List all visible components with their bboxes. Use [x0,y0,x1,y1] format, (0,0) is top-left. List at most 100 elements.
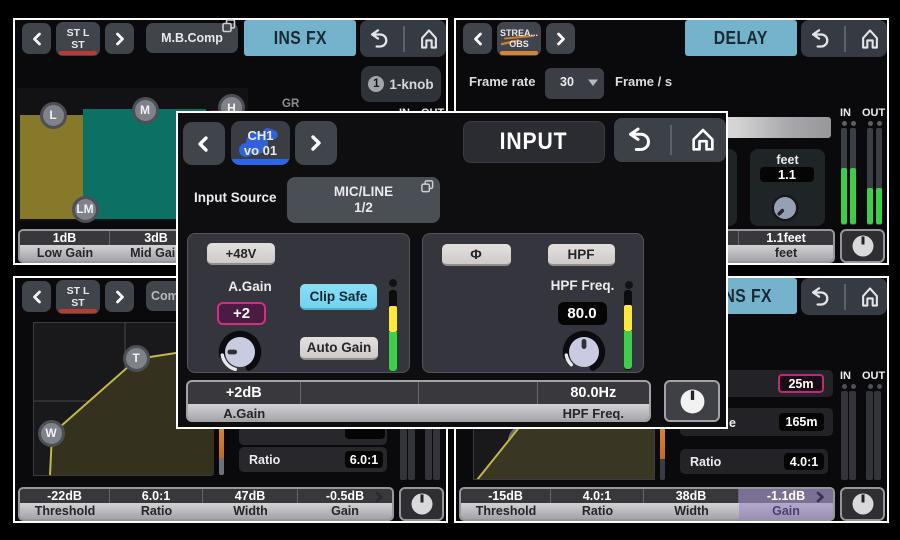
rotary-knob-icon [214,326,266,378]
undo-icon[interactable] [623,127,653,153]
strip-label: feet [739,245,833,261]
page-title: DELAY [685,20,797,56]
strip-value[interactable]: -22dB [20,489,110,503]
channel-id: ST [71,39,84,51]
strip-value[interactable]: 47dB [203,489,298,503]
out-meter-level [867,188,873,224]
more-chevron-icon[interactable] [815,491,825,503]
level-meter-green [624,331,632,369]
parameter-strip: +2dB 80.0Hz A.Gain HPF Freq. [186,380,651,422]
chevron-right-icon [105,23,134,54]
touch-knob-button[interactable] [399,487,444,521]
chevron-left-icon [183,122,225,165]
ratio-value[interactable]: 4.0:1 [784,453,824,470]
gr-meter-tip [219,458,224,475]
rotary-knob-icon [558,326,610,378]
strip-value[interactable]: 38dB [644,489,739,503]
strip-label: Threshold [20,503,110,519]
dropdown-arrow-icon [587,78,599,87]
channel-select-button[interactable]: ST LST [56,22,100,56]
forward-button[interactable] [105,281,134,312]
home-icon[interactable] [859,286,881,308]
analog-gain-section: +48V A.Gain +2 Clip Safe Auto Gain [187,233,410,373]
strip-value[interactable] [419,382,538,404]
strip-value[interactable]: 4.0:1 [551,489,644,503]
strip-label: Threshold [461,503,551,519]
divider [844,284,846,310]
one-knob-button[interactable]: 1 1-knob [361,66,441,102]
low-gain-knob[interactable]: L [40,102,67,129]
strip-value[interactable]: 80.0Hz [538,382,649,404]
back-button[interactable] [463,23,492,54]
channel-select-button[interactable]: CH1vo 01 [231,121,290,165]
low-mid-xover-knob[interactable]: LM [72,196,99,223]
hpf-freq-value[interactable]: 80.0 [558,302,607,325]
frame-rate-unit: Frame / s [615,74,672,89]
touch-knob-button[interactable] [840,229,885,263]
release-value[interactable]: 165m [779,413,824,431]
strip-value[interactable]: 6.0:1 [110,489,203,503]
hpf-button[interactable]: HPF [548,244,615,266]
knob-icon [851,492,875,516]
strip-label [419,404,538,422]
undo-icon[interactable] [366,29,390,49]
channel-id: vo 01 [244,143,277,158]
parameter-strip: -15dB 4.0:1 38dB -1.1dB Threshold Ratio … [459,487,835,521]
strip-value[interactable]: 1.1feet [739,231,833,245]
hpf-freq-knob[interactable] [558,326,610,378]
chevron-left-icon [22,23,51,54]
phase-button[interactable]: Φ [442,244,511,266]
input-source-label: Input Source [194,190,277,205]
back-button[interactable] [22,23,51,54]
copy-icon[interactable] [222,19,236,33]
copy-icon[interactable] [421,180,434,193]
strip-label [301,404,420,422]
undo-icon[interactable] [807,287,831,307]
ratio-value[interactable]: 6.0:1 [345,451,383,468]
rotary-knob-icon [770,193,800,223]
delay-knob[interactable] [770,193,800,223]
parameter-strip: -22dB 6.0:1 47dB -0.5dB Threshold Ratio … [18,487,394,521]
strip-value[interactable]: 1dB [20,231,110,245]
delay-value[interactable]: 1.1 [760,167,814,182]
back-button[interactable] [183,122,225,165]
auto-gain-button[interactable]: Auto Gain [300,337,378,360]
channel-select-button[interactable]: STREA...OBS [497,22,541,56]
undo-icon[interactable] [807,29,831,49]
channel-select-button[interactable]: ST LST [56,280,100,314]
channel-color-bar [231,159,290,165]
more-chevron-icon[interactable] [374,491,384,503]
in-meter-level [841,168,847,224]
touch-knob-button[interactable] [840,487,885,521]
home-icon[interactable] [418,28,440,50]
home-icon[interactable] [859,28,881,50]
peak-led [389,279,397,287]
forward-button[interactable] [105,23,134,54]
strip-value[interactable]: -15dB [461,489,551,503]
clip-safe-button[interactable]: Clip Safe [300,284,377,310]
out-meter-label: OUT [862,107,885,119]
back-button[interactable] [22,281,51,312]
forward-button[interactable] [546,23,575,54]
width-knob[interactable]: W [38,420,65,447]
touch-knob-button[interactable] [664,380,720,422]
input-source-button[interactable]: MIC/LINE1/2 [287,177,440,223]
forward-button[interactable] [295,121,337,165]
strip-value[interactable] [301,382,420,404]
gr-meter-level [219,426,224,458]
strip-label: Low Gain [20,245,110,261]
channel-color-bar [59,51,97,55]
frame-rate-dropdown[interactable]: 30 [545,68,604,99]
strip-label: Ratio [110,503,203,519]
level-meter-yellow [389,306,397,332]
strip-value[interactable]: +2dB [188,382,301,404]
attack-value[interactable]: 25m [778,374,824,393]
strip-label: Gain [298,503,392,519]
phantom-power-button[interactable]: +48V [207,243,275,265]
home-icon[interactable] [689,127,717,153]
analog-gain-knob[interactable] [214,326,266,378]
mid-gain-knob[interactable]: M [132,97,159,124]
in-meter-label: IN [840,107,851,119]
analog-gain-value[interactable]: +2 [217,302,266,325]
threshold-knob[interactable]: T [123,345,150,372]
